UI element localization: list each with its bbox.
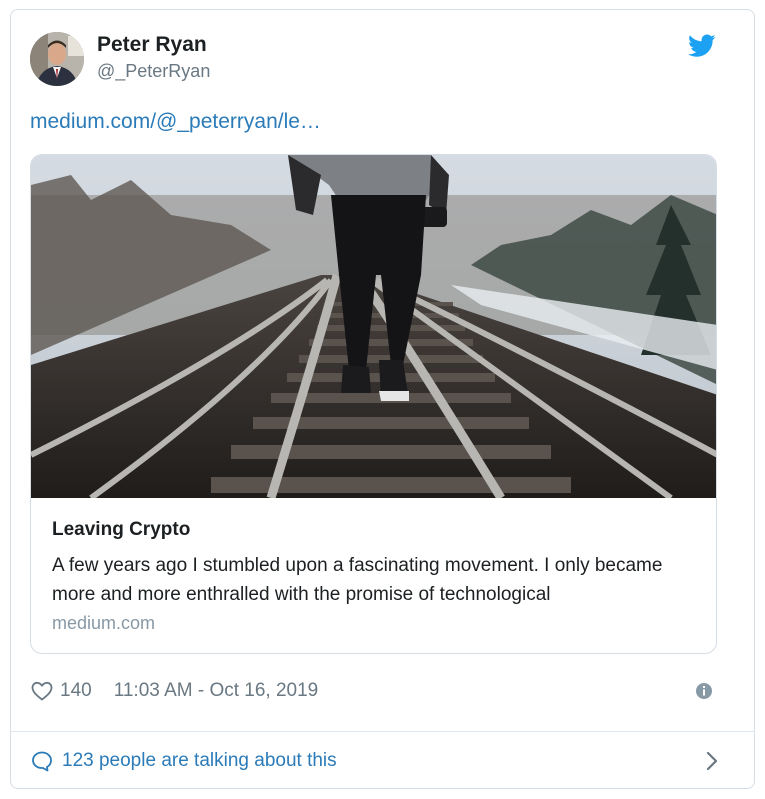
link-card[interactable]: Leaving Crypto A few years ago I stumble…	[30, 154, 717, 654]
tweet-timestamp[interactable]: 11:03 AM - Oct 16, 2019	[114, 680, 319, 702]
tweet-link[interactable]: medium.com/@_peterryan/le…	[30, 110, 321, 134]
author-name[interactable]: Peter Ryan	[97, 33, 207, 57]
conversation-link[interactable]: 123 people are talking about this	[30, 748, 720, 774]
divider	[10, 731, 755, 732]
author-handle[interactable]: @_PeterRyan	[97, 61, 210, 82]
card-domain: medium.com	[52, 613, 156, 633]
card-image	[31, 155, 716, 498]
conversation-text: 123 people are talking about this	[62, 750, 337, 771]
like-count[interactable]: 140	[60, 680, 92, 702]
info-icon[interactable]	[694, 681, 714, 701]
chevron-right-icon[interactable]	[704, 750, 720, 772]
tweet-meta: 140 11:03 AM - Oct 16, 2019	[30, 678, 318, 704]
heart-icon[interactable]	[30, 679, 54, 703]
twitter-bird-icon[interactable]	[688, 34, 716, 58]
avatar-photo	[30, 32, 84, 86]
avatar[interactable]	[30, 32, 84, 86]
card-title: Leaving Crypto	[52, 519, 191, 540]
card-description: A few years ago I stumbled upon a fascin…	[52, 555, 663, 605]
speech-bubble-icon	[32, 751, 52, 772]
